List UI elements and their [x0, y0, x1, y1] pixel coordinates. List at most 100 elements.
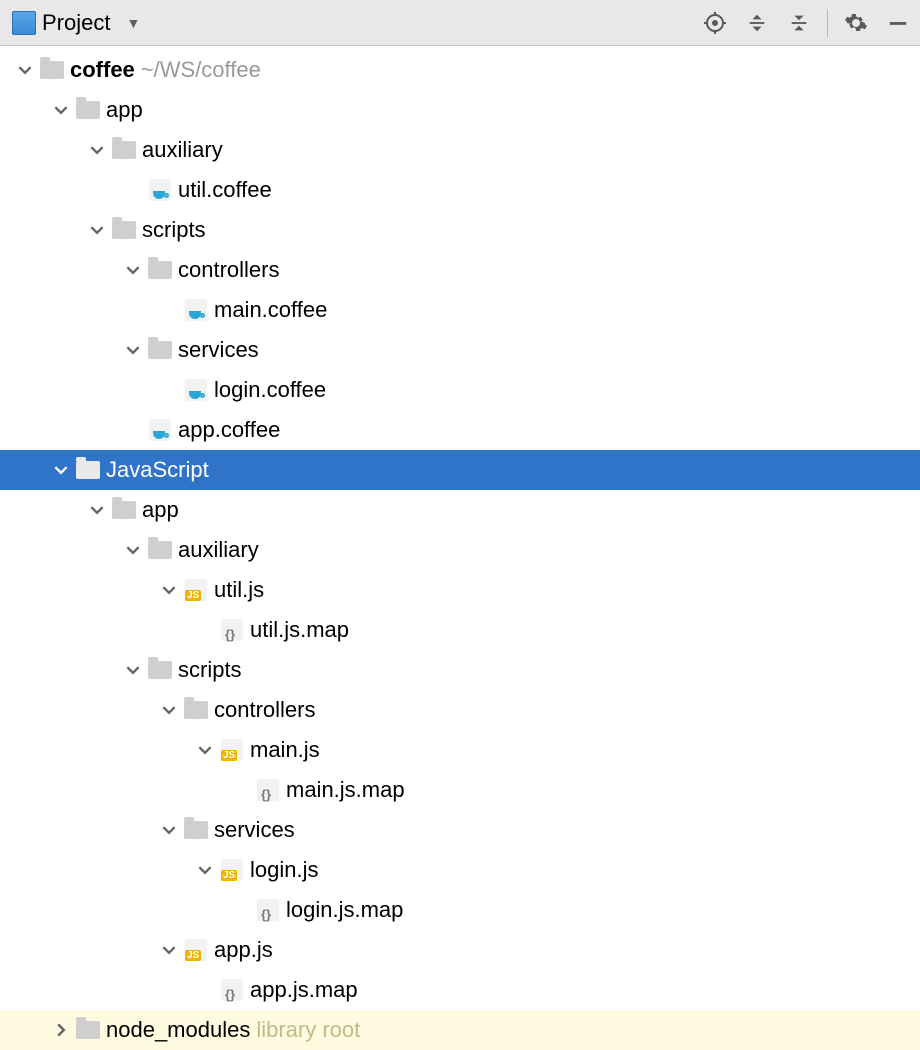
tree-node-file[interactable]: JS main.js [0, 730, 920, 770]
chevron-down-icon[interactable] [192, 730, 218, 770]
view-selector[interactable]: Project ▼ [8, 8, 144, 38]
chevron-right-icon[interactable] [48, 1010, 74, 1050]
node-label: scripts [142, 217, 206, 243]
node-label: node_modules [106, 1017, 250, 1043]
folder-icon [74, 101, 102, 119]
tree-node-root[interactable]: coffee ~/WS/coffee [0, 50, 920, 90]
node-label: coffee [70, 57, 135, 83]
map-file-icon: {} [254, 899, 282, 921]
chevron-down-icon[interactable] [120, 330, 146, 370]
tree-node-file[interactable]: JS util.js [0, 570, 920, 610]
toolbar-separator [827, 9, 828, 37]
toolbar-actions [701, 9, 912, 37]
chevron-down-icon[interactable] [156, 810, 182, 850]
chevron-down-icon[interactable] [48, 90, 74, 130]
tree-node-folder[interactable]: scripts [0, 210, 920, 250]
project-toolbar: Project ▼ [0, 0, 920, 46]
folder-icon [110, 221, 138, 239]
tree-node-file[interactable]: util.coffee [0, 170, 920, 210]
folder-icon [110, 141, 138, 159]
tree-node-file[interactable]: login.coffee [0, 370, 920, 410]
chevron-down-icon[interactable] [156, 930, 182, 970]
tree-node-folder[interactable]: controllers [0, 690, 920, 730]
folder-icon [74, 461, 102, 479]
coffee-file-icon [182, 299, 210, 321]
project-icon [12, 11, 36, 35]
chevron-down-icon[interactable] [84, 210, 110, 250]
coffee-file-icon [146, 419, 174, 441]
node-label: main.js.map [286, 777, 405, 803]
chevron-down-icon[interactable] [120, 650, 146, 690]
hide-icon[interactable] [884, 9, 912, 37]
map-file-icon: {} [218, 619, 246, 641]
chevron-down-icon[interactable] [48, 450, 74, 490]
node-label: app [142, 497, 179, 523]
folder-icon [38, 61, 66, 79]
folder-icon [110, 501, 138, 519]
tree-node-file[interactable]: {} app.js.map [0, 970, 920, 1010]
node-label: util.coffee [178, 177, 272, 203]
node-label: auxiliary [178, 537, 259, 563]
js-file-icon: JS [218, 739, 246, 761]
node-label: services [178, 337, 259, 363]
chevron-down-icon[interactable] [84, 130, 110, 170]
node-label: util.js.map [250, 617, 349, 643]
tree-node-folder[interactable]: auxiliary [0, 130, 920, 170]
chevron-down-icon[interactable] [156, 690, 182, 730]
folder-icon [182, 701, 210, 719]
locate-icon[interactable] [701, 9, 729, 37]
tree-node-folder[interactable]: auxiliary [0, 530, 920, 570]
gear-icon[interactable] [842, 9, 870, 37]
map-file-icon: {} [254, 779, 282, 801]
tree-node-folder[interactable]: app [0, 490, 920, 530]
folder-icon [182, 821, 210, 839]
tree-node-file[interactable]: main.coffee [0, 290, 920, 330]
node-label: main.js [250, 737, 320, 763]
node-label: login.js.map [286, 897, 403, 923]
folder-icon [146, 261, 174, 279]
chevron-down-icon[interactable] [12, 50, 38, 90]
folder-icon [146, 341, 174, 359]
chevron-down-icon[interactable] [84, 490, 110, 530]
chevron-down-icon[interactable] [192, 850, 218, 890]
map-file-icon: {} [218, 979, 246, 1001]
node-label: app.js [214, 937, 273, 963]
tree-node-file[interactable]: {} login.js.map [0, 890, 920, 930]
tree-node-folder[interactable]: services [0, 810, 920, 850]
tree-node-library-root[interactable]: node_modules library root [0, 1010, 920, 1050]
tree-node-file[interactable]: JS login.js [0, 850, 920, 890]
folder-icon [74, 1021, 102, 1039]
collapse-all-icon[interactable] [785, 9, 813, 37]
tree-node-folder[interactable]: scripts [0, 650, 920, 690]
node-label: controllers [178, 257, 279, 283]
tree-node-folder[interactable]: app [0, 90, 920, 130]
folder-icon [146, 541, 174, 559]
chevron-down-icon[interactable] [120, 250, 146, 290]
js-file-icon: JS [218, 859, 246, 881]
tree-node-file[interactable]: app.coffee [0, 410, 920, 450]
node-label: app.coffee [178, 417, 280, 443]
node-label: login.coffee [214, 377, 326, 403]
chevron-down-icon[interactable] [156, 570, 182, 610]
tree-node-file[interactable]: JS app.js [0, 930, 920, 970]
tree-node-folder-selected[interactable]: JavaScript [0, 450, 920, 490]
tree-node-file[interactable]: {} main.js.map [0, 770, 920, 810]
node-label: login.js [250, 857, 318, 883]
chevron-down-icon[interactable] [120, 530, 146, 570]
node-label: app [106, 97, 143, 123]
folder-icon [146, 661, 174, 679]
project-tree: coffee ~/WS/coffee app auxiliary util.co… [0, 46, 920, 1050]
node-label: services [214, 817, 295, 843]
js-file-icon: JS [182, 579, 210, 601]
tree-node-folder[interactable]: controllers [0, 250, 920, 290]
expand-all-icon[interactable] [743, 9, 771, 37]
tree-node-folder[interactable]: services [0, 330, 920, 370]
dropdown-arrow-icon: ▼ [126, 15, 140, 31]
node-label: scripts [178, 657, 242, 683]
node-hint: library root [256, 1017, 360, 1043]
view-label: Project [42, 10, 110, 36]
node-label: controllers [214, 697, 315, 723]
tree-node-file[interactable]: {} util.js.map [0, 610, 920, 650]
node-label: app.js.map [250, 977, 358, 1003]
coffee-file-icon [146, 179, 174, 201]
